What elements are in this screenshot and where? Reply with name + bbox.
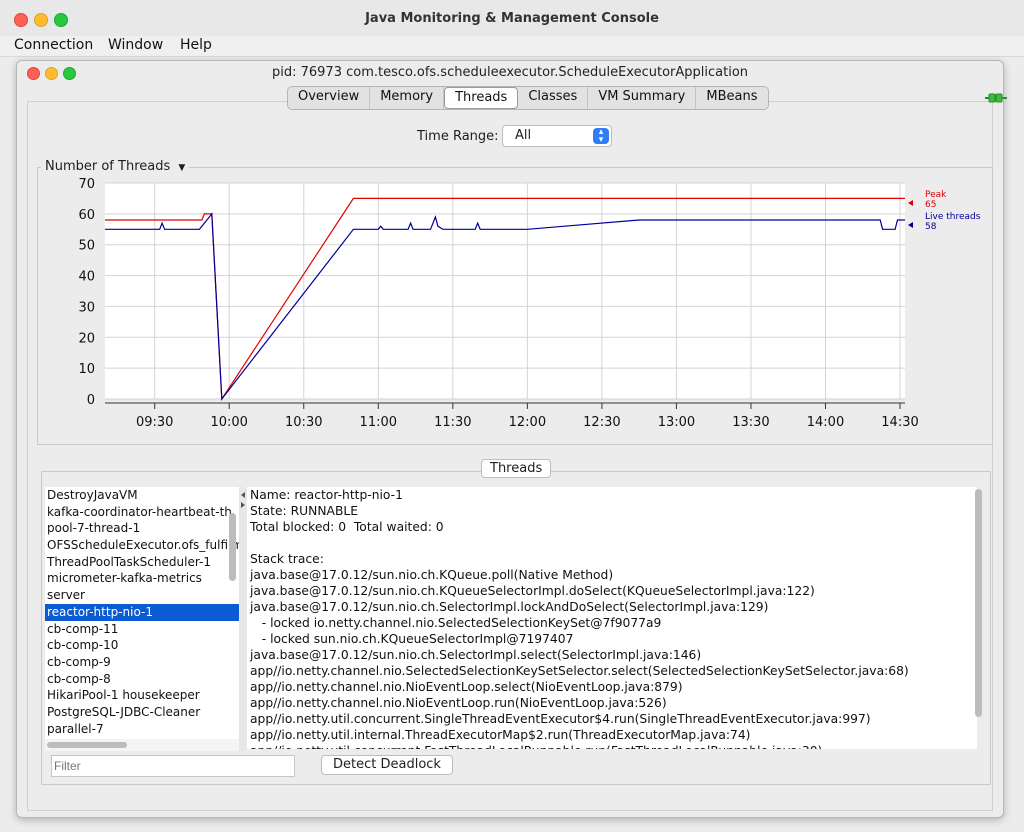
jconsole-window: Java Monitoring & Management Console Con… [0, 0, 1024, 832]
time-range-label: Time Range: [417, 129, 499, 144]
hscroll-thumb[interactable] [47, 742, 127, 748]
x-tick-label: 12:30 [583, 415, 620, 430]
stack-trace-line: Name: reactor-http-nio-1 [250, 488, 403, 502]
thread-list-hscrollbar[interactable] [45, 739, 239, 751]
y-tick-label: 30 [78, 300, 95, 315]
x-tick-label: 13:30 [732, 415, 769, 430]
stack-trace-line: app//io.netty.channel.nio.NioEventLoop.s… [250, 680, 683, 694]
connection-title: pid: 76973 com.tesco.ofs.scheduleexecuto… [271, 65, 749, 80]
x-tick-label: 11:30 [434, 415, 471, 430]
thread-list-item[interactable]: reactor-http-nio-1 [45, 603, 239, 621]
y-tick-label: 10 [78, 362, 95, 377]
tab-threads[interactable]: Threads [444, 87, 519, 109]
x-tick-label: 09:30 [136, 415, 173, 430]
thread-list-item[interactable]: HikariPool-1 housekeeper [45, 687, 239, 704]
x-tick-label: 10:30 [285, 415, 322, 430]
thread-list-item[interactable]: parallel-7 [45, 721, 239, 738]
details-scrollbar[interactable] [975, 489, 982, 717]
filter-input[interactable] [51, 755, 295, 777]
menu-help[interactable]: Help [180, 37, 212, 53]
y-tick-label: 60 [78, 208, 95, 223]
chart-selector[interactable]: Number of Threads ▼ [41, 159, 190, 174]
y-tick-label: 50 [78, 239, 95, 254]
time-range-value: All [515, 128, 532, 143]
threads-chart: 0 10 20 30 40 50 60 70 09:30 10:00 10:30 11:00 11:30… [78, 177, 981, 430]
x-tick-label: 11:00 [360, 415, 397, 430]
menu-connection[interactable]: Connection [14, 37, 93, 53]
time-range-select[interactable]: All ▴ ▾ [502, 125, 612, 147]
menu-bar: Connection Window Help [0, 36, 1024, 57]
x-tick-label: 12:00 [509, 415, 546, 430]
thread-details-pane[interactable]: Name: reactor-http-nio-1 State: RUNNABLE T… [247, 487, 977, 749]
thread-list-item[interactable]: micrometer-kafka-metrics [45, 570, 239, 587]
stack-trace-line: Total blocked: 0 Total waited: 0 [250, 520, 444, 534]
thread-list-item[interactable]: PostgreSQL-JDBC-Cleaner [45, 704, 239, 721]
chevron-down-icon: ▼ [178, 163, 186, 173]
stack-trace-line: app//io.netty.util.concurrent.FastThread… [247, 743, 977, 749]
stack-trace-line: Stack trace: [250, 552, 324, 566]
tab-overview[interactable]: Overview [288, 87, 371, 109]
connection-plug-icon [985, 93, 1007, 103]
thread-list-item[interactable]: server [45, 587, 239, 604]
tab-memory[interactable]: Memory [370, 87, 445, 109]
legend-marker [908, 200, 913, 206]
stack-trace-line: app//io.netty.channel.nio.NioEventLoop.r… [250, 696, 667, 710]
stack-trace-line: - locked io.netty.channel.nio.SelectedSe… [250, 616, 662, 630]
legend-label: Peak [925, 190, 947, 200]
legend-marker [908, 222, 913, 228]
thread-list-item[interactable]: cb-comp-10 [45, 637, 239, 654]
thread-list-item[interactable]: cb-comp-9 [45, 654, 239, 671]
connection-window: pid: 76973 com.tesco.ofs.scheduleexecuto… [16, 60, 1007, 818]
legend-value: 58 [925, 222, 937, 232]
split-pane-divider[interactable] [239, 487, 247, 751]
select-arrows-icon: ▴ ▾ [593, 128, 609, 145]
legend-label: Live threads [925, 212, 981, 222]
split-arrows-icon [241, 492, 245, 508]
stack-trace-line: app//io.netty.util.concurrent.SingleThre… [250, 712, 871, 726]
plot-area [105, 183, 905, 399]
title-bar: Java Monitoring & Management Console [0, 0, 1024, 36]
chart-title: Number of Threads [45, 159, 171, 174]
window-title: Java Monitoring & Management Console [365, 11, 659, 26]
thread-list-scrollbar[interactable] [229, 513, 236, 581]
thread-list-item[interactable]: cb-comp-11 [45, 621, 239, 638]
stack-trace-line: java.base@17.0.12/sun.nio.ch.KQueueSelec… [250, 584, 815, 598]
tab-vm-summary[interactable]: VM Summary [588, 87, 697, 109]
thread-list-item[interactable]: DestroyJavaVM [45, 487, 239, 504]
y-tick-label: 40 [78, 270, 95, 285]
thread-list[interactable]: DestroyJavaVM kafka-coordinator-heartbeat… [45, 487, 239, 751]
stack-trace-line: java.base@17.0.12/sun.nio.ch.KQueue.poll… [250, 568, 614, 582]
x-tick-label: 13:00 [658, 415, 695, 430]
thread-list-item[interactable]: kafka-coordinator-heartbeat-th [45, 504, 239, 521]
x-tick-label: 14:00 [807, 415, 844, 430]
threads-section-label: Threads [481, 459, 552, 478]
y-tick-label: 70 [78, 177, 95, 192]
detect-deadlock-button[interactable]: Detect Deadlock [321, 755, 453, 775]
tab-mbeans[interactable]: MBeans [696, 87, 767, 109]
thread-list-item[interactable]: pool-7-thread-1 [45, 520, 239, 537]
stack-trace-line: java.base@17.0.12/sun.nio.ch.SelectorImp… [250, 600, 769, 614]
stack-trace-line: app//io.netty.channel.nio.SelectedSelect… [250, 664, 909, 678]
stack-trace-line [247, 535, 977, 551]
stack-trace-line: - locked sun.nio.ch.KQueueSelectorImpl@7… [250, 632, 574, 646]
x-tick-label: 10:00 [210, 415, 247, 430]
x-tick-label: 14:30 [881, 415, 918, 430]
thread-list-item[interactable]: OFSScheduleExecutor.ofs_fulfilm [45, 537, 239, 554]
y-tick-label: 0 [87, 393, 95, 408]
thread-list-item[interactable]: ThreadPoolTaskScheduler-1 [45, 554, 239, 571]
stack-trace-line: app//io.netty.util.internal.ThreadExecut… [250, 728, 751, 742]
tab-classes[interactable]: Classes [518, 87, 589, 109]
stack-trace-line: State: RUNNABLE [250, 504, 359, 518]
legend-value: 65 [925, 200, 936, 210]
tab-bar: Overview Memory Threads Classes VM Summa… [287, 86, 769, 110]
menu-window[interactable]: Window [108, 37, 163, 53]
stack-trace-line: java.base@17.0.12/sun.nio.ch.SelectorImp… [250, 648, 702, 662]
thread-list-item[interactable]: cb-comp-8 [45, 671, 239, 688]
y-tick-label: 20 [78, 331, 95, 346]
